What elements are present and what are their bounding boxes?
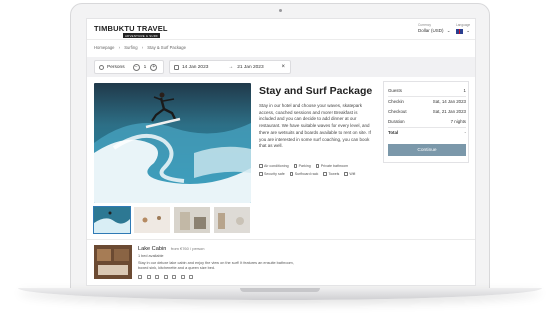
currency-value: Dollar (USD) bbox=[418, 28, 444, 33]
chevron-down-icon: ⌄ bbox=[446, 28, 451, 33]
browser-screen: TIMBUKTU TRAVEL ADVENTURE & SURF Currenc… bbox=[86, 18, 476, 286]
site-logo[interactable]: TIMBUKTU TRAVEL bbox=[94, 24, 168, 33]
thumbnail-3[interactable] bbox=[174, 207, 210, 233]
booking-row-total: Total - bbox=[388, 130, 466, 135]
thumbnail-2[interactable] bbox=[134, 207, 170, 233]
section-divider bbox=[87, 239, 475, 240]
booking-value: Sat, 21 Jan 2023 bbox=[432, 109, 466, 114]
booking-value: Sat, 14 Jan 2023 bbox=[432, 99, 466, 104]
divider bbox=[388, 127, 466, 128]
towel-icon bbox=[323, 172, 327, 176]
persons-icon bbox=[99, 64, 104, 70]
thumbnail-4[interactable] bbox=[214, 207, 250, 233]
breadcrumb-home[interactable]: Homepage bbox=[94, 45, 115, 50]
room-availability: 1 bed available bbox=[138, 254, 164, 258]
chevron-down-icon: ⌄ bbox=[466, 28, 471, 34]
room-amenity-icons bbox=[138, 275, 202, 279]
divider bbox=[388, 96, 466, 97]
hero-image-surfer[interactable] bbox=[94, 83, 251, 203]
chevron-right-icon: › bbox=[141, 45, 144, 50]
amenity-private-bathroom: Private bathroom bbox=[315, 164, 349, 168]
parking-icon bbox=[146, 275, 151, 279]
room-price: from €760 / person bbox=[170, 246, 205, 251]
snowflake-icon bbox=[259, 164, 263, 168]
booking-value: - bbox=[464, 130, 466, 135]
amenity-air-conditioning: Air conditioning bbox=[259, 164, 289, 168]
booking-label: Checkout bbox=[388, 109, 407, 114]
uk-flag-icon bbox=[456, 29, 463, 34]
wifi-icon bbox=[344, 172, 348, 176]
listing-title: Stay and Surf Package bbox=[259, 85, 373, 97]
amenity-label: Wifi bbox=[349, 172, 356, 176]
booking-row-duration: Duration 7 nights bbox=[388, 119, 466, 124]
breadcrumb-surfing[interactable]: Surfing bbox=[124, 45, 137, 50]
safe-icon bbox=[259, 172, 263, 176]
language-value-wrap: ⌄ bbox=[456, 28, 470, 34]
amenity-towels: Towels bbox=[323, 172, 339, 176]
listing-description: Stay in our hotel and choose your waves,… bbox=[259, 103, 371, 149]
persons-count: 1 bbox=[143, 64, 147, 70]
currency-value-wrap: Dollar (USD) ⌄ bbox=[418, 28, 451, 34]
booking-row-checkout: Checkout Sat, 21 Jan 2023 bbox=[388, 109, 466, 114]
amenity-label: Security safe bbox=[264, 172, 285, 176]
booking-label: Duration bbox=[388, 119, 405, 124]
surfboard-icon bbox=[289, 172, 294, 176]
persons-field: Persons − 1 + bbox=[94, 60, 164, 74]
booking-value: 1 bbox=[463, 88, 466, 93]
checkin-date[interactable]: 14 Jan 2023 bbox=[182, 65, 208, 70]
booking-label: Checkin bbox=[388, 99, 404, 104]
room-name[interactable]: Lake Cabin bbox=[138, 246, 166, 252]
search-bar: Persons − 1 + 14 Jan 2023 → 21 Jan 2023 … bbox=[87, 57, 475, 77]
minus-button[interactable]: − bbox=[132, 63, 140, 71]
date-range-field[interactable]: 14 Jan 2023 → 21 Jan 2023 × bbox=[169, 60, 291, 74]
currency-label: Currency bbox=[418, 23, 431, 27]
booking-row-guests: Guests 1 bbox=[388, 88, 466, 93]
amenity-label: Private bathroom bbox=[320, 164, 349, 168]
logo-tagline: ADVENTURE & SURF bbox=[123, 33, 161, 38]
amenities-list: Air conditioning Parking Private bathroo… bbox=[259, 164, 379, 180]
webcam bbox=[279, 9, 282, 12]
amenity-label: Air conditioning bbox=[264, 164, 289, 168]
chevron-down-icon[interactable] bbox=[198, 275, 202, 279]
wifi-icon bbox=[189, 275, 193, 279]
booking-value: 7 nights bbox=[450, 119, 466, 124]
parking-icon bbox=[293, 164, 298, 168]
laptop-notch bbox=[240, 288, 320, 292]
chevron-right-icon: › bbox=[118, 45, 121, 50]
site-header: TIMBUKTU TRAVEL ADVENTURE & SURF Currenc… bbox=[87, 19, 475, 40]
thumbnail-1[interactable] bbox=[93, 206, 131, 234]
safe-icon bbox=[163, 275, 168, 279]
arrow-right-icon: → bbox=[228, 64, 234, 70]
room-name-wrap: Lake Cabin from €760 / person bbox=[138, 246, 204, 252]
booking-summary: Guests 1 Checkin Sat, 14 Jan 2023 Checkout… bbox=[383, 81, 469, 163]
amenity-label: Parking bbox=[298, 164, 311, 168]
room-description: Stay in our deluxe lake cabin and enjoy … bbox=[138, 261, 294, 271]
bath-icon bbox=[315, 164, 320, 168]
booking-label: Total bbox=[388, 130, 399, 135]
plus-button[interactable]: + bbox=[150, 63, 158, 71]
currency-selector[interactable]: Currency Dollar (USD) ⌄ bbox=[418, 23, 451, 34]
amenity-label: Towels bbox=[328, 172, 340, 176]
towel-icon bbox=[180, 275, 185, 279]
language-label: Language bbox=[456, 23, 471, 27]
persons-label: Persons bbox=[107, 64, 125, 70]
amenity-surfboard-rack: Surfboard rack bbox=[289, 172, 319, 176]
amenity-wifi: Wifi bbox=[344, 172, 355, 176]
room-image-lake-cabin[interactable] bbox=[94, 245, 132, 279]
continue-button[interactable]: Continue bbox=[388, 144, 466, 156]
snowflake-icon bbox=[138, 275, 142, 279]
booking-label: Guests bbox=[388, 88, 402, 93]
checkout-date[interactable]: 21 Jan 2023 bbox=[237, 65, 263, 70]
close-icon[interactable]: × bbox=[281, 64, 285, 70]
breadcrumb: Homepage › Surfing › Stay & Surf Package bbox=[94, 45, 189, 50]
booking-row-checkin: Checkin Sat, 14 Jan 2023 bbox=[388, 99, 466, 104]
surfboard-icon bbox=[172, 275, 176, 279]
amenity-security-safe: Security safe bbox=[259, 172, 285, 176]
language-selector[interactable]: Language ⌄ bbox=[456, 23, 470, 34]
bath-icon bbox=[155, 275, 159, 279]
breadcrumb-current: Stay & Surf Package bbox=[147, 45, 186, 50]
calendar-icon bbox=[174, 64, 179, 70]
amenity-parking: Parking bbox=[293, 164, 311, 168]
amenity-label: Surfboard rack bbox=[294, 172, 319, 176]
